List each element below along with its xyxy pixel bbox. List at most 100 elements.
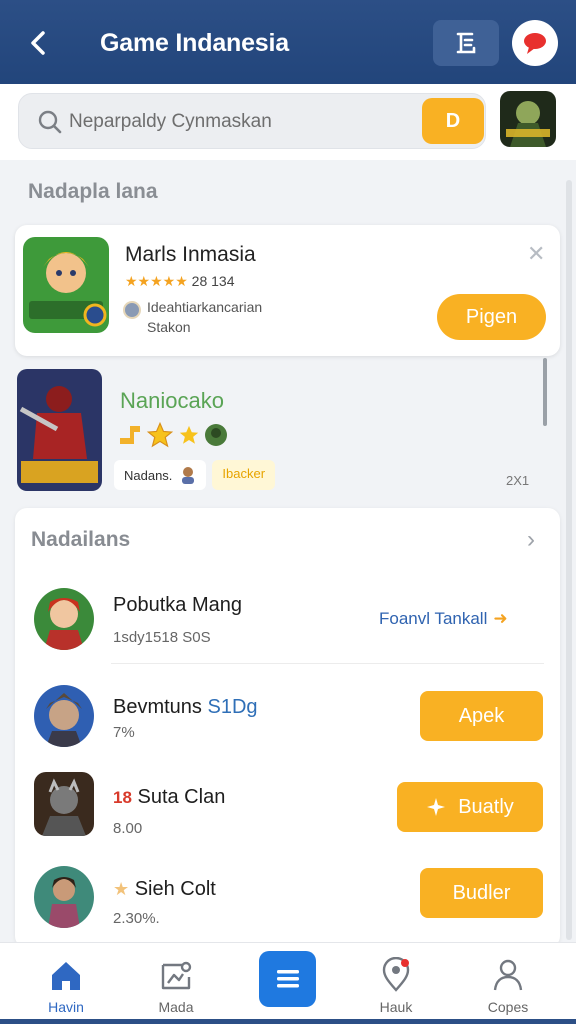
menu-button[interactable] bbox=[433, 20, 499, 66]
game-art-image bbox=[34, 772, 94, 836]
star-icon: ★ bbox=[113, 879, 130, 899]
game-icon bbox=[23, 237, 109, 333]
nav-item-menu[interactable] bbox=[259, 951, 316, 1007]
chevron-right-icon[interactable]: › bbox=[527, 526, 535, 554]
game-art-image bbox=[34, 588, 94, 650]
game-list-card: Nadailans › Pobutka Mang 1sdy1518 S0S Fo… bbox=[15, 508, 560, 948]
back-button[interactable] bbox=[26, 28, 52, 58]
spark-icon bbox=[427, 798, 446, 816]
game-name: Bevmtuns S1Dg bbox=[113, 696, 258, 719]
rating-count: 28 134 bbox=[191, 273, 235, 289]
tag-label: Nadans. bbox=[124, 467, 173, 483]
game-art-image bbox=[34, 685, 94, 747]
page-title: Game Indanesia bbox=[100, 29, 289, 57]
chat-bubble-icon bbox=[524, 33, 546, 54]
action-link[interactable]: Foanvl Tankall ➜ bbox=[379, 609, 508, 629]
user-icon bbox=[493, 959, 523, 991]
game-subtitle: 2.30%. bbox=[113, 910, 160, 927]
music-note-icon bbox=[120, 426, 140, 444]
action-link-label: Foanvl Tankall bbox=[379, 609, 488, 628]
developer-info: Ideahtiarkancarian Stakon bbox=[123, 297, 262, 337]
game-icon bbox=[34, 866, 94, 928]
star-icon bbox=[146, 421, 174, 448]
search-input[interactable] bbox=[69, 106, 409, 138]
game-prefix: 18 bbox=[113, 788, 132, 807]
search-submit-button[interactable]: D bbox=[422, 98, 484, 144]
tag[interactable]: Ibacker bbox=[212, 460, 276, 490]
tags: Nadans. Ibacker bbox=[114, 460, 276, 490]
rating-stars: ★★★★★ bbox=[125, 273, 188, 289]
apply-button[interactable]: Apek bbox=[420, 691, 543, 741]
bolt-icon: ➜ bbox=[493, 609, 508, 628]
scrollbar[interactable] bbox=[566, 180, 572, 940]
open-button[interactable]: Pigen bbox=[437, 294, 546, 340]
buy-button[interactable]: Buatly bbox=[397, 782, 543, 832]
divider bbox=[111, 663, 544, 664]
developer-name: Ideahtiarkancarian bbox=[147, 299, 263, 315]
list-item[interactable]: 18 Suta Clan 8.00 Buatly bbox=[15, 758, 560, 848]
game-subtitle: 1sdy1518 S0S bbox=[113, 629, 211, 646]
menu-icon bbox=[276, 970, 299, 988]
featured-game-card[interactable]: Marls Inmasia ★★★★★ 28 134 Ideahtiarkanc… bbox=[15, 225, 560, 356]
search-button-label: D bbox=[445, 109, 461, 132]
builder-button[interactable]: Budler bbox=[420, 868, 543, 918]
buy-button-label: Buatly bbox=[458, 795, 514, 818]
document-icon bbox=[456, 32, 476, 54]
game-icon[interactable] bbox=[17, 369, 102, 491]
game-icon bbox=[34, 588, 94, 650]
nav-item-map[interactable]: Mada bbox=[136, 951, 216, 1017]
close-icon[interactable]: ✕ bbox=[527, 241, 545, 267]
game-subtitle: 7% bbox=[113, 724, 135, 741]
game-art-image bbox=[500, 91, 556, 147]
badges-row bbox=[118, 421, 228, 449]
nav-label: Havin bbox=[48, 999, 84, 1015]
nav-item-profile[interactable]: Copes bbox=[468, 951, 548, 1017]
nav-item-location[interactable]: Hauk bbox=[356, 951, 436, 1017]
game-name-text: Bevmtuns bbox=[113, 696, 202, 718]
game-name: 18 Suta Clan bbox=[113, 786, 225, 809]
scrollbar-thumb[interactable] bbox=[543, 358, 547, 426]
search-icon bbox=[38, 110, 62, 134]
game-art-image bbox=[23, 237, 109, 333]
game-name-text: Suta Clan bbox=[137, 786, 226, 808]
game-name: Pobutka Mang bbox=[113, 594, 242, 616]
list-item[interactable]: Pobutka Mang 1sdy1518 S0S Foanvl Tankall… bbox=[15, 574, 560, 664]
avatar-icon bbox=[205, 424, 227, 446]
search-box: D bbox=[18, 93, 486, 149]
nav-item-home[interactable]: Havin bbox=[26, 951, 106, 1017]
search-bar-area: D bbox=[0, 84, 576, 160]
bottom-edge-bar bbox=[0, 1019, 576, 1024]
bottom-navigation: Havin Mada Hauk Copes bbox=[0, 942, 576, 1024]
developer-subtitle: Stakon bbox=[147, 319, 191, 335]
tag[interactable]: Nadans. bbox=[114, 460, 207, 490]
section-title: Nadailans bbox=[31, 528, 131, 551]
nav-label: Hauk bbox=[379, 999, 413, 1015]
list-item[interactable]: Bevmtuns S1Dg 7% Apek bbox=[15, 670, 560, 760]
game-name: ★ Sieh Colt bbox=[113, 878, 216, 901]
game-name-text: Sieh Colt bbox=[134, 878, 216, 900]
game-icon bbox=[34, 685, 94, 747]
star-icon bbox=[179, 425, 199, 444]
section-title: Nadapla lana bbox=[28, 180, 158, 203]
app-header: Game Indanesia bbox=[0, 0, 576, 84]
home-icon bbox=[52, 962, 80, 990]
list-item[interactable]: ★ Sieh Colt 2.30%. Budler bbox=[15, 848, 560, 938]
map-icon bbox=[161, 961, 192, 990]
rating: ★★★★★ 28 134 bbox=[125, 273, 234, 290]
chevron-left-icon bbox=[31, 31, 45, 55]
game-art-image bbox=[17, 369, 102, 491]
count-label: 2X1 bbox=[506, 473, 530, 488]
avatar bbox=[123, 301, 141, 319]
chat-button[interactable] bbox=[512, 20, 558, 66]
avatar-icon bbox=[182, 467, 195, 484]
location-pin-icon bbox=[382, 957, 410, 992]
game-thumbnail[interactable] bbox=[500, 91, 556, 147]
nav-label: Copes bbox=[487, 999, 529, 1015]
nav-label: Mada bbox=[158, 999, 194, 1015]
game-subtitle: 8.00 bbox=[113, 820, 143, 837]
game-title: Marls Inmasia bbox=[125, 243, 256, 266]
game-icon bbox=[34, 772, 94, 836]
game-name-highlight: S1Dg bbox=[207, 696, 258, 718]
game-art-image bbox=[34, 866, 94, 928]
game-title: Naniocako bbox=[120, 388, 224, 413]
